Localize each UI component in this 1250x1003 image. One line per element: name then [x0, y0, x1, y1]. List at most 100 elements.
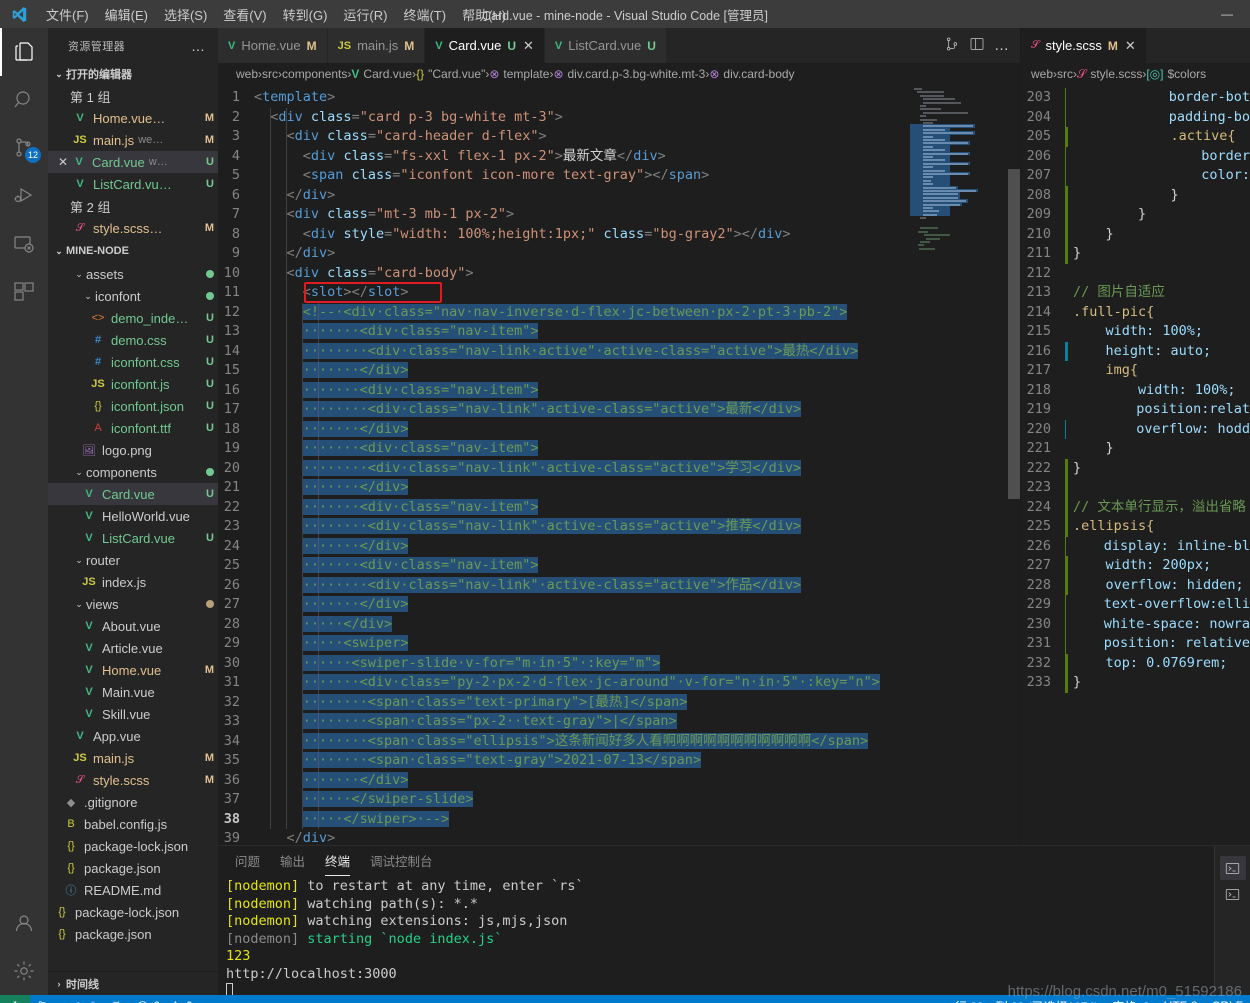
tree-file[interactable]: ◆ .gitignore	[48, 791, 218, 813]
code-line[interactable]: 225 .ellipsis{	[1021, 517, 1250, 537]
code-line[interactable]: 38 ·····</swiper>·-->	[218, 810, 1020, 830]
breadcrumb-item[interactable]: V Card.vue	[351, 67, 412, 81]
code-line[interactable]: 215 width: 100%;	[1021, 322, 1250, 342]
tree-file[interactable]: 🖼 logo.png	[48, 439, 218, 461]
code-line[interactable]: 203 border-bot	[1021, 88, 1250, 108]
code-line[interactable]: 35 ········<span·class="text-gray">2021-…	[218, 751, 1020, 771]
menu-7[interactable]: 帮助(H)	[454, 0, 514, 28]
code-line[interactable]: 10 <div class="card-body">	[218, 264, 1020, 284]
close-icon[interactable]: ✕	[56, 155, 70, 169]
activity-extensions-icon[interactable]	[0, 268, 48, 316]
tree-file[interactable]: V About.vue	[48, 615, 218, 637]
code-line[interactable]: 25 ·······<div·class="nav-item">	[218, 556, 1020, 576]
panel-tab-bar[interactable]: 问题 输出 终端 调试控制台	[218, 846, 1250, 876]
tab-card-vue[interactable]: V Card.vue U ✕	[425, 28, 545, 63]
tree-file[interactable]: Bbabel.config.js	[48, 813, 218, 835]
code-line[interactable]: 11 <slot></slot>	[218, 283, 1020, 303]
tree-file[interactable]: V Main.vue	[48, 681, 218, 703]
code-line[interactable]: 233}	[1021, 673, 1250, 693]
code-line[interactable]: 3 <div class="card-header d-flex">	[218, 127, 1020, 147]
code-line[interactable]: 29 ·····<swiper>	[218, 634, 1020, 654]
code-line[interactable]: 39 </div>	[218, 829, 1020, 845]
code-line[interactable]: 37 ······</swiper-slide>	[218, 790, 1020, 810]
code-content[interactable]: 1 <template> 2 <div class="card p-3 bg-whi…	[218, 85, 1020, 845]
code-line[interactable]: 4 <div class="fs-xxl flex-1 px-2">最新文章</…	[218, 147, 1020, 167]
tree-file[interactable]: V Article.vue	[48, 637, 218, 659]
code-line[interactable]: 208 }	[1021, 185, 1250, 205]
close-icon[interactable]: ✕	[523, 38, 534, 54]
code-line[interactable]: 213 // 图片自适应	[1021, 283, 1250, 303]
code-line[interactable]: 19 ·······<div·class="nav-item">	[218, 439, 1020, 459]
code-line[interactable]: 18 ·······</div>	[218, 420, 1020, 440]
code-content-scss[interactable]: 203 border-bot 204 padding-bo 205 .active{…	[1021, 85, 1250, 845]
code-line[interactable]: 210 }	[1021, 224, 1250, 244]
menu-6[interactable]: 终端(T)	[395, 0, 454, 28]
tab-bar-group-2[interactable]: 𝒮style.scss M ✕	[1021, 28, 1250, 63]
activity-remote-explorer-icon[interactable]	[0, 220, 48, 268]
open-editor-item[interactable]: V ListCard.vu… U	[48, 173, 218, 195]
code-line[interactable]: 36 ·······</div>	[218, 771, 1020, 791]
activity-run-debug-icon[interactable]	[0, 172, 48, 220]
status-bar[interactable]: master* 0 0 行 38，列 20 (已选择1074) 空格: 2 UT…	[0, 983, 1250, 1003]
tree-folder[interactable]: ⌄ router	[48, 549, 218, 571]
breadcrumb-item[interactable]: 𝒮style.scss	[1077, 67, 1142, 82]
tree-file[interactable]: # demo.css U	[48, 329, 218, 351]
menu-5[interactable]: 运行(R)	[335, 0, 395, 28]
code-line[interactable]: 219 position:relat	[1021, 400, 1250, 420]
code-editor-card-vue[interactable]: 1 <template> 2 <div class="card p-3 bg-whi…	[218, 85, 1020, 845]
code-line[interactable]: 8 <div style="width: 100%;height:1px;" c…	[218, 225, 1020, 245]
code-line[interactable]: 227 width: 200px;	[1021, 556, 1250, 576]
breadcrumb-item[interactable]: src	[262, 67, 278, 81]
code-line[interactable]: 204 padding-bo	[1021, 107, 1250, 127]
code-line[interactable]: 30 ······<swiper-slide·v-for="m·in·5"·:k…	[218, 654, 1020, 674]
status-eol[interactable]: CRLF	[1205, 995, 1250, 1003]
tree-file[interactable]: JS iconfont.js U	[48, 373, 218, 395]
tree-file[interactable]: ⓘ README.md	[48, 879, 218, 901]
code-line[interactable]: 24 ·······</div>	[218, 537, 1020, 557]
code-line[interactable]: 223	[1021, 478, 1250, 498]
tree-file[interactable]: {} package.json	[48, 923, 218, 945]
code-line[interactable]: 214 .full-pic{	[1021, 303, 1250, 323]
code-line[interactable]: 230 white-space: nowra	[1021, 614, 1250, 634]
code-line[interactable]: 23 ········<div·class="nav-link"·active-…	[218, 517, 1020, 537]
window-controls[interactable]: —	[1204, 0, 1250, 28]
code-line[interactable]: 226 display: inline-bl	[1021, 536, 1250, 556]
code-line[interactable]: 13 ·······<div·class="nav-item">	[218, 322, 1020, 342]
tree-file[interactable]: 𝒮style.scss M	[48, 769, 218, 791]
code-line[interactable]: 229 text-overflow:elli	[1021, 595, 1250, 615]
status-sync-button[interactable]	[102, 995, 129, 1003]
code-line[interactable]: 6 </div>	[218, 186, 1020, 206]
tree-file[interactable]: {} package-lock.json	[48, 901, 218, 923]
breadcrumb-item[interactable]: [◎] $colors	[1146, 67, 1206, 81]
open-editor-item[interactable]: V Home.vue… M	[48, 107, 218, 129]
tree-file[interactable]: # iconfont.css U	[48, 351, 218, 373]
open-editor-item[interactable]: JS main.js we… M	[48, 129, 218, 151]
tree-file[interactable]: JS index.js	[48, 571, 218, 593]
code-line[interactable]: 21 ·······</div>	[218, 478, 1020, 498]
status-branch[interactable]: master*	[30, 995, 102, 1003]
status-cursor-position[interactable]: 行 38，列 20 (已选择1074)	[948, 995, 1105, 1003]
code-line[interactable]: 206 border	[1021, 146, 1250, 166]
section-open-editors[interactable]: ⌄ 打开的编辑器	[48, 63, 218, 85]
remote-indicator-button[interactable]	[0, 995, 30, 1003]
scrollbar-thumb[interactable]	[1008, 169, 1020, 499]
breadcrumb-group-1[interactable]: web › src › components › V Card.vue ›{} "Card.vue…	[218, 63, 1020, 85]
tree-folder[interactable]: ⌄ iconfont	[48, 285, 218, 307]
panel-tab-终端[interactable]: 终端	[318, 847, 357, 876]
tree-file[interactable]: V App.vue	[48, 725, 218, 747]
menu-bar[interactable]: 文件(F) 编辑(E) 选择(S) 查看(V) 转到(G) 运行(R) 终端(T) 帮助(H)	[38, 0, 514, 28]
code-line[interactable]: 34 ········<span·class="ellipsis">这条新闻好多…	[218, 732, 1020, 752]
terminal-output[interactable]: [nodemon] to restart at any time, enter …	[218, 876, 1250, 995]
code-line[interactable]: 2 <div class="card p-3 bg-white mt-3">	[218, 108, 1020, 128]
status-indentation[interactable]: 空格: 2	[1105, 995, 1156, 1003]
tree-file[interactable]: V Card.vue U	[48, 483, 218, 505]
activity-accounts-icon[interactable]	[0, 899, 48, 947]
code-line[interactable]: 16 ·······<div·class="nav-item">	[218, 381, 1020, 401]
code-line[interactable]: 222}	[1021, 458, 1250, 478]
code-line[interactable]: 27 ·······</div>	[218, 595, 1020, 615]
code-line[interactable]: 232 top: 0.0769rem;	[1021, 653, 1250, 673]
tree-file[interactable]: JS main.js M	[48, 747, 218, 769]
close-icon[interactable]: ✕	[1125, 38, 1136, 54]
code-line[interactable]: 212	[1021, 264, 1250, 284]
code-line[interactable]: 205 .active{	[1021, 127, 1250, 147]
